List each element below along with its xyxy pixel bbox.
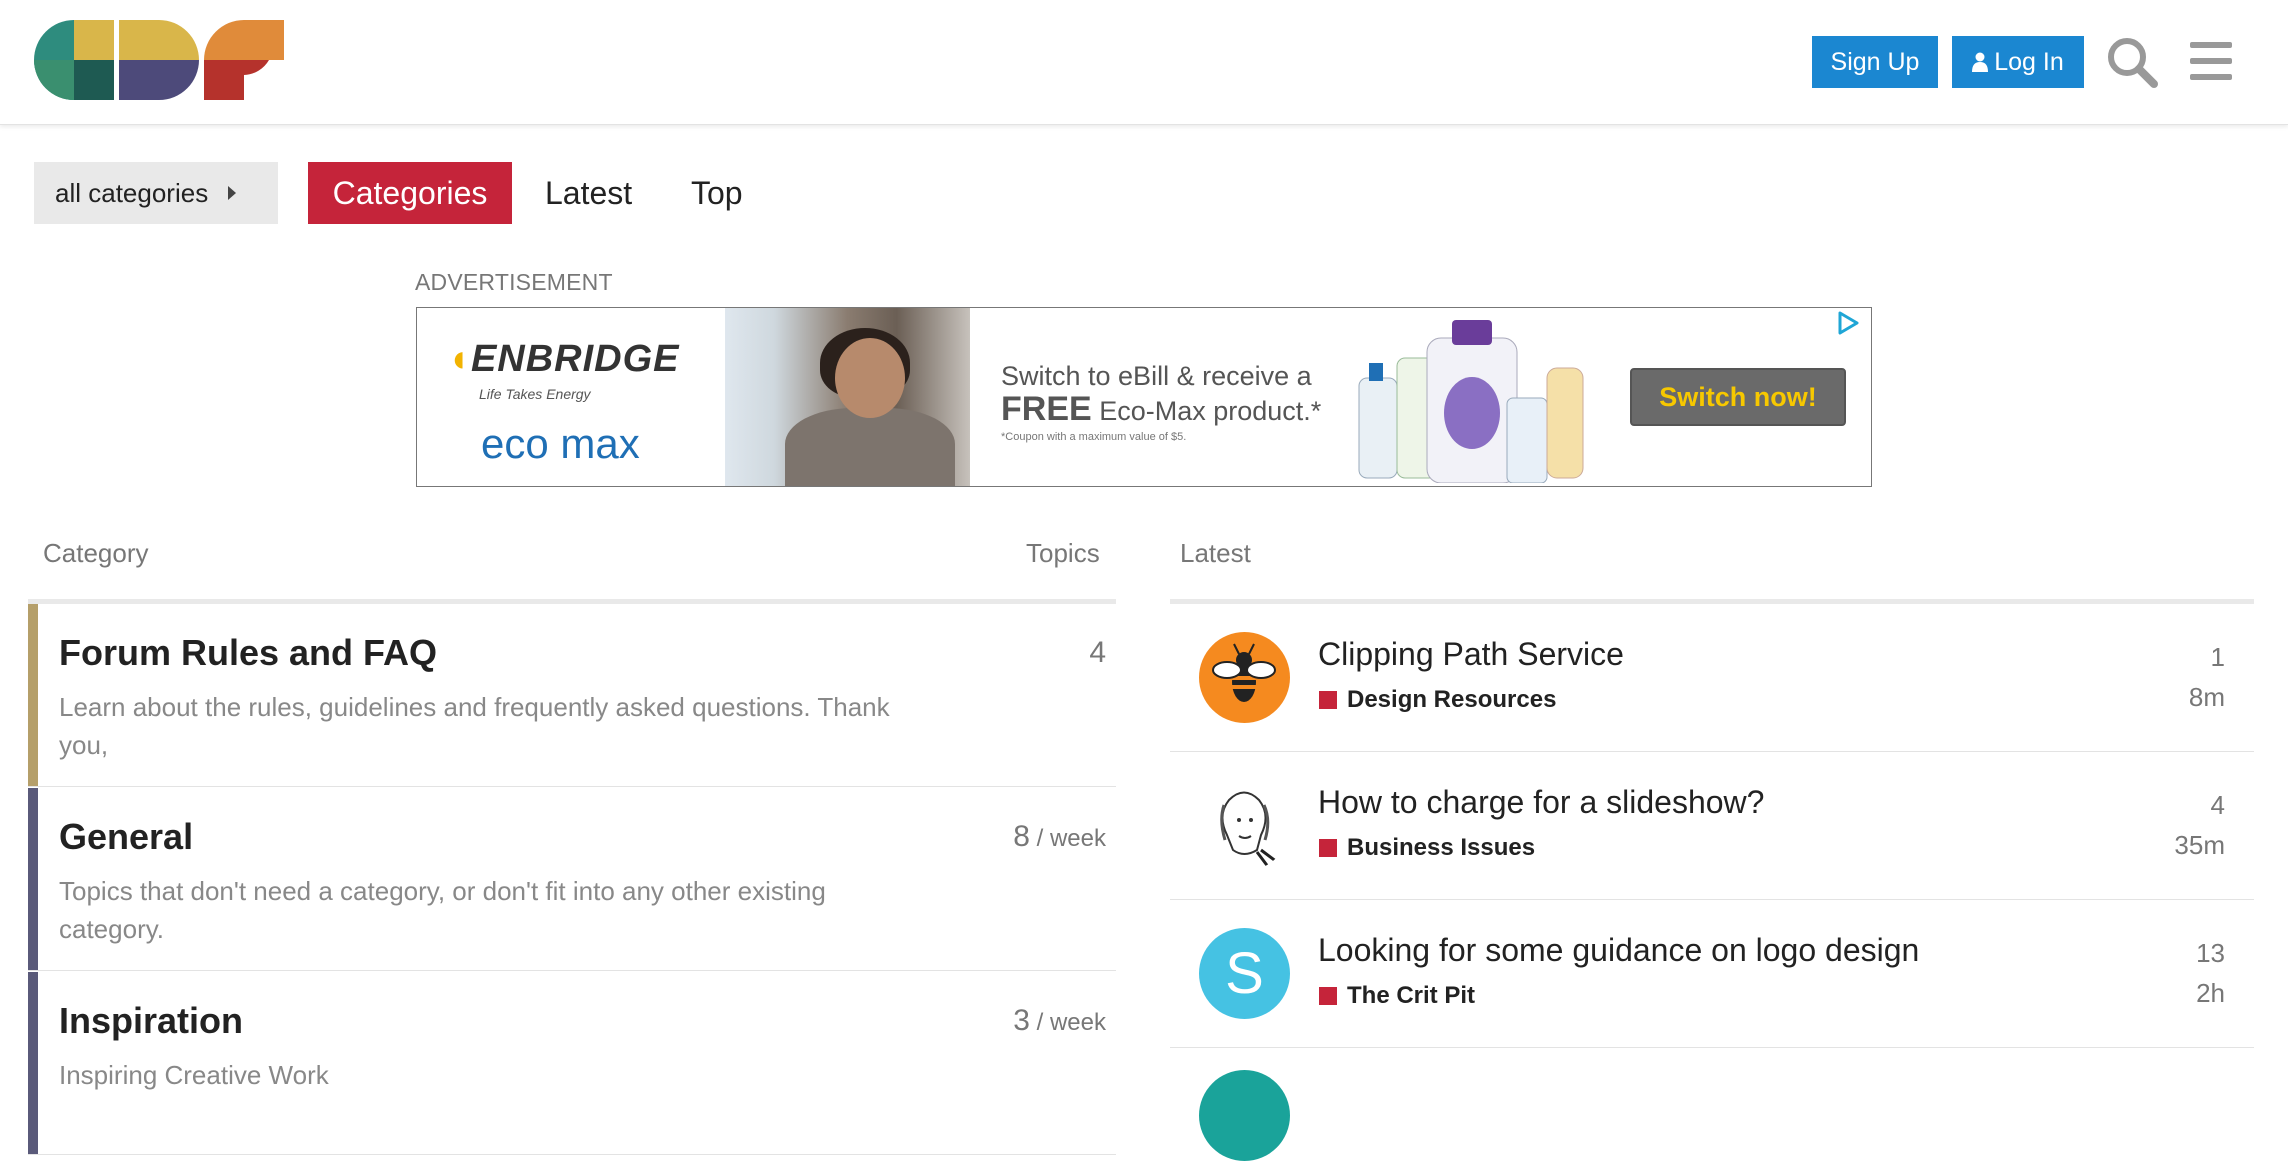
hamburger-menu-icon[interactable] bbox=[2186, 34, 2242, 90]
tab-latest[interactable]: Latest bbox=[545, 162, 632, 224]
category-column-header: Category bbox=[43, 538, 149, 568]
ad-brand-logo: ◖ENBRIDGE bbox=[447, 338, 680, 380]
category-topic-count: 3 / week bbox=[1013, 1004, 1106, 1037]
category-color-bar bbox=[28, 604, 38, 786]
avatar[interactable] bbox=[1199, 632, 1290, 723]
ad-cta-button[interactable]: Switch now! bbox=[1630, 368, 1846, 426]
ad-fine-print: *Coupon with a maximum value of $5. bbox=[1001, 431, 1187, 443]
ad-choices-icon[interactable] bbox=[1835, 310, 1861, 336]
topic-post-count: 4 bbox=[2210, 790, 2225, 820]
category-row[interactable]: General Topics that don't need a categor… bbox=[28, 788, 1116, 971]
site-logo[interactable] bbox=[34, 20, 284, 100]
topic-category-badge[interactable]: Business Issues bbox=[1319, 834, 1535, 862]
topic-row[interactable]: How to charge for a slideshow? Business … bbox=[1170, 752, 2254, 900]
caret-right-icon bbox=[228, 186, 237, 200]
topic-title[interactable]: Looking for some guidance on logo design bbox=[1318, 932, 1919, 969]
topic-category-badge[interactable]: The Crit Pit bbox=[1319, 982, 1475, 1010]
sign-up-button[interactable]: Sign Up bbox=[1812, 36, 1938, 88]
topic-title[interactable]: Clipping Path Service bbox=[1318, 636, 1624, 673]
avatar[interactable]: S bbox=[1199, 928, 1290, 1019]
search-icon[interactable] bbox=[2104, 34, 2160, 90]
topic-category-badge[interactable]: Design Resources bbox=[1319, 686, 1556, 714]
topic-age[interactable]: 8m bbox=[2189, 682, 2225, 713]
topic-row[interactable]: Clipping Path Service Design Resources 1… bbox=[1170, 604, 2254, 752]
category-name[interactable]: General bbox=[59, 816, 193, 858]
latest-column-header: Latest bbox=[1180, 538, 1251, 568]
category-topic-count: 8 / week bbox=[1013, 820, 1106, 853]
avatar[interactable] bbox=[1199, 1070, 1290, 1161]
tab-categories[interactable]: Categories bbox=[308, 162, 512, 224]
ad-partner-logo: eco max bbox=[481, 420, 640, 467]
category-name[interactable]: Inspiration bbox=[59, 1000, 243, 1042]
category-description: Inspiring Creative Work bbox=[59, 1060, 329, 1090]
site-header: Sign Up Log In bbox=[0, 0, 2288, 125]
tab-top[interactable]: Top bbox=[691, 162, 743, 224]
log-in-button[interactable]: Log In bbox=[1952, 36, 2084, 88]
bee-icon bbox=[1212, 643, 1276, 702]
topics-column-header: Topics bbox=[1026, 538, 1100, 568]
topic-title[interactable]: How to charge for a slideshow? bbox=[1318, 784, 1764, 821]
sketch-portrait-icon bbox=[1220, 791, 1278, 869]
category-dropdown-label: all categories bbox=[55, 177, 209, 208]
user-icon bbox=[1972, 52, 1989, 72]
ad-headline: Switch to eBill & receive a FREE Eco-Max… bbox=[1001, 361, 1322, 428]
log-in-label: Log In bbox=[1994, 47, 2064, 76]
category-color-bar bbox=[28, 972, 38, 1154]
topic-age[interactable]: 2h bbox=[2196, 978, 2225, 1009]
category-description: Learn about the rules, guidelines and fr… bbox=[59, 692, 890, 760]
ad-tagline: Life Takes Energy bbox=[479, 386, 591, 402]
topic-row[interactable]: S Looking for some guidance on logo desi… bbox=[1170, 900, 2254, 1048]
category-topic-count: 4 bbox=[1089, 636, 1106, 669]
ad-photo bbox=[725, 308, 970, 486]
topic-post-count: 13 bbox=[2196, 938, 2225, 968]
category-color-bar bbox=[28, 788, 38, 970]
topic-age[interactable]: 35m bbox=[2174, 830, 2225, 861]
advertisement-label: ADVERTISEMENT bbox=[415, 269, 613, 295]
category-name[interactable]: Forum Rules and FAQ bbox=[59, 632, 437, 674]
ad-product-image bbox=[1358, 320, 1584, 483]
topic-post-count: 1 bbox=[2210, 642, 2225, 672]
avatar[interactable] bbox=[1199, 780, 1290, 871]
category-dropdown[interactable]: all categories bbox=[34, 162, 278, 224]
category-row[interactable]: Inspiration Inspiring Creative Work 3 / … bbox=[28, 972, 1116, 1155]
category-row[interactable]: Forum Rules and FAQ Learn about the rule… bbox=[28, 604, 1116, 787]
advertisement-banner[interactable]: ◖ENBRIDGE Life Takes Energy eco max Swit… bbox=[416, 307, 1872, 487]
category-description: Topics that don't need a category, or do… bbox=[59, 876, 826, 944]
